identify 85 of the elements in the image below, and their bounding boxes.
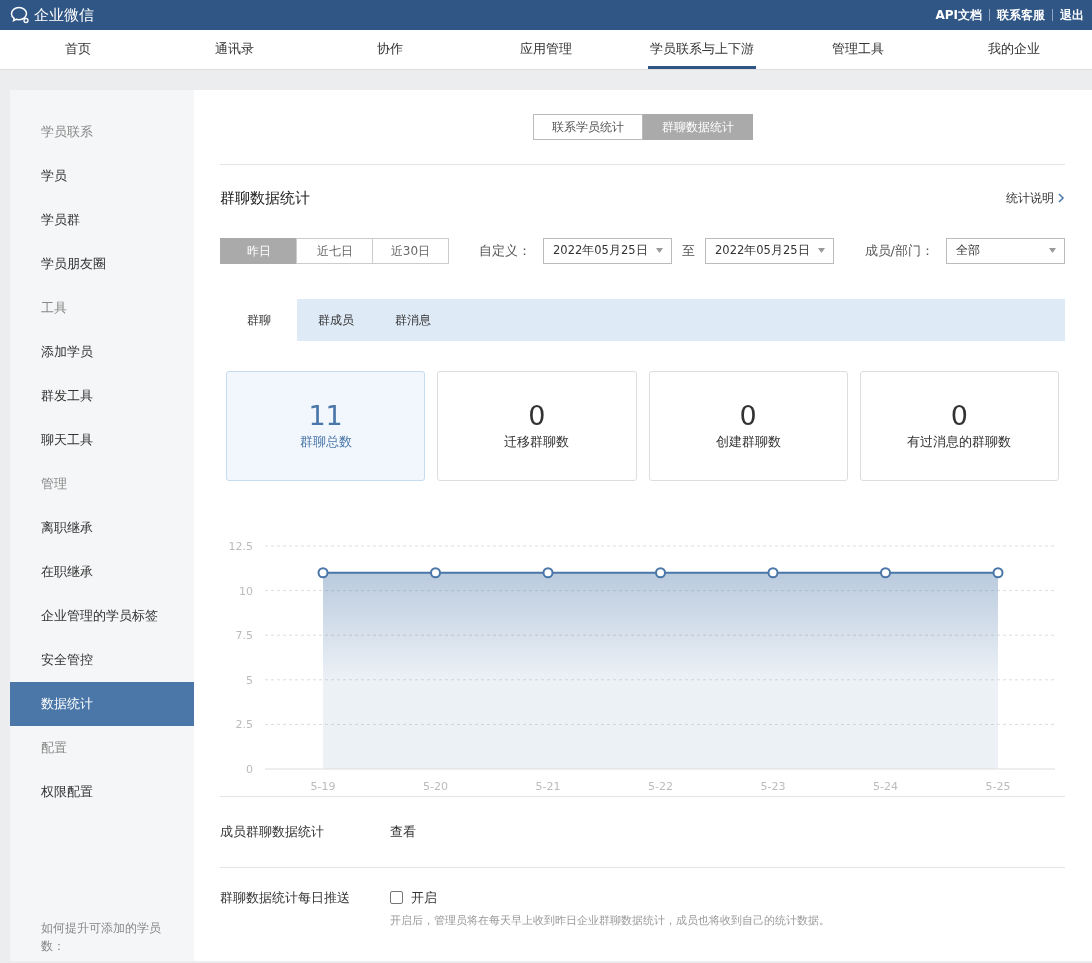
data-point <box>992 566 1004 578</box>
sidebar-item[interactable]: 学员群 <box>10 198 194 242</box>
x-tick-label: 5-25 <box>985 779 1011 793</box>
data-tab[interactable]: 群聊 <box>220 298 297 341</box>
sidebar-group-title: 配置 <box>40 739 68 757</box>
data-point <box>542 566 554 578</box>
member-select[interactable]: 全部 <box>946 237 1065 264</box>
x-tick-label: 5-22 <box>648 779 673 793</box>
sidebar-item[interactable]: 企业管理的学员标签 <box>10 594 194 638</box>
logo-text: 企业微信 <box>34 4 94 26</box>
stat-value: 0 <box>528 399 546 432</box>
stat-label: 迁移群聊数 <box>504 432 570 451</box>
stats-switch-tab[interactable]: 联系学员统计 <box>532 114 643 140</box>
data-tab[interactable]: 群消息 <box>374 298 451 341</box>
nav-tab[interactable]: 管理工具 <box>780 30 936 70</box>
sidebar-item[interactable]: 数据统计 <box>10 682 194 726</box>
caret-icon <box>818 248 825 253</box>
data-point <box>655 566 666 578</box>
sidebar-item[interactable]: 安全管控 <box>10 638 194 682</box>
nav-tab[interactable]: 应用管理 <box>468 30 624 70</box>
sidebar-item[interactable]: 聊天工具 <box>10 418 194 462</box>
sidebar-group-title: 学员联系 <box>40 123 94 141</box>
data-point <box>880 566 891 578</box>
sidebar-item[interactable]: 添加学员 <box>10 330 194 374</box>
date-range-button[interactable]: 近30日 <box>372 237 449 264</box>
date-range-button[interactable]: 近七日 <box>296 237 373 264</box>
data-point <box>767 566 779 578</box>
topbar-link[interactable]: 联系客服 <box>997 6 1045 24</box>
topbar-link[interactable]: 退出 <box>1060 6 1084 24</box>
nav-tab[interactable]: 协作 <box>312 30 468 70</box>
help-text: 如何提升可添加的学员数： <box>40 920 162 955</box>
y-tick-label: 5 <box>246 673 253 687</box>
row-label: 群聊数据统计每日推送 <box>220 888 351 907</box>
y-tick-label: 12.5 <box>228 539 253 553</box>
filter-label: 至 <box>682 241 695 260</box>
checkbox-label: 开启 <box>411 888 437 907</box>
nav-tab[interactable]: 首页 <box>0 30 156 70</box>
y-tick-label: 10 <box>239 584 253 598</box>
filter-label: 自定义： <box>479 241 531 260</box>
stat-value: 0 <box>739 399 757 432</box>
topbar-link[interactable]: API文档 <box>935 6 982 24</box>
stat-card[interactable]: 0 迁移群聊数 <box>437 370 637 481</box>
y-tick-label: 0 <box>246 762 253 776</box>
stat-label: 群聊总数 <box>299 432 352 451</box>
data-tab[interactable]: 群成员 <box>297 298 374 341</box>
sidebar-item[interactable]: 离职继承 <box>10 506 194 550</box>
help-link[interactable]: 统计说明 <box>1006 189 1065 208</box>
stat-card[interactable]: 0 有过消息的群聊数 <box>859 370 1059 481</box>
stat-value: 0 <box>950 399 968 432</box>
section-title: 群聊数据统计 <box>220 188 310 209</box>
y-tick-label: 2.5 <box>235 717 253 731</box>
date-select[interactable]: 2022年05月25日 <box>705 237 834 264</box>
x-tick-label: 5-20 <box>423 779 448 793</box>
help-text: 开启后，管理员将在每天早上收到昨日企业群聊数据统计，成员也将收到自己的统计数据。 <box>390 913 830 929</box>
view-link[interactable]: 查看 <box>390 821 416 842</box>
stat-card[interactable]: 11 群聊总数 <box>226 370 426 481</box>
data-point <box>430 566 441 578</box>
x-tick-label: 5-19 <box>310 779 336 793</box>
caret-icon <box>656 248 663 253</box>
nav-tab[interactable]: 我的企业 <box>936 30 1092 70</box>
nav-tab[interactable]: 通讯录 <box>156 30 312 70</box>
filter-label: 成员/部门： <box>864 241 934 260</box>
y-tick-label: 7.5 <box>235 628 253 642</box>
nav-tab[interactable]: 学员联系与上下游 <box>624 30 780 70</box>
sidebar-item[interactable]: 学员朋友圈 <box>10 242 194 286</box>
date-select[interactable]: 2022年05月25日 <box>543 237 672 264</box>
x-tick-label: 5-24 <box>873 779 898 793</box>
data-point <box>317 566 329 578</box>
stat-value: 11 <box>308 399 343 432</box>
chat-bubble-icon <box>10 6 30 24</box>
sidebar-group-title: 管理 <box>40 475 68 493</box>
stat-label: 有过消息的群聊数 <box>907 432 1012 451</box>
x-tick-label: 5-23 <box>760 779 786 793</box>
sidebar-item[interactable]: 权限配置 <box>10 770 194 814</box>
chevron-right-icon <box>1058 193 1065 204</box>
stat-card[interactable]: 0 创建群聊数 <box>648 370 848 481</box>
sidebar-item[interactable]: 在职继承 <box>10 550 194 594</box>
sidebar-item[interactable]: 学员 <box>10 154 194 198</box>
sidebar-group-title: 工具 <box>40 299 68 317</box>
sidebar-item[interactable]: 群发工具 <box>10 374 194 418</box>
caret-icon <box>1049 248 1056 253</box>
row-label: 成员群聊数据统计 <box>220 822 325 841</box>
x-tick-label: 5-21 <box>535 779 561 793</box>
checkbox[interactable] <box>390 890 403 904</box>
stat-label: 创建群聊数 <box>715 432 781 451</box>
